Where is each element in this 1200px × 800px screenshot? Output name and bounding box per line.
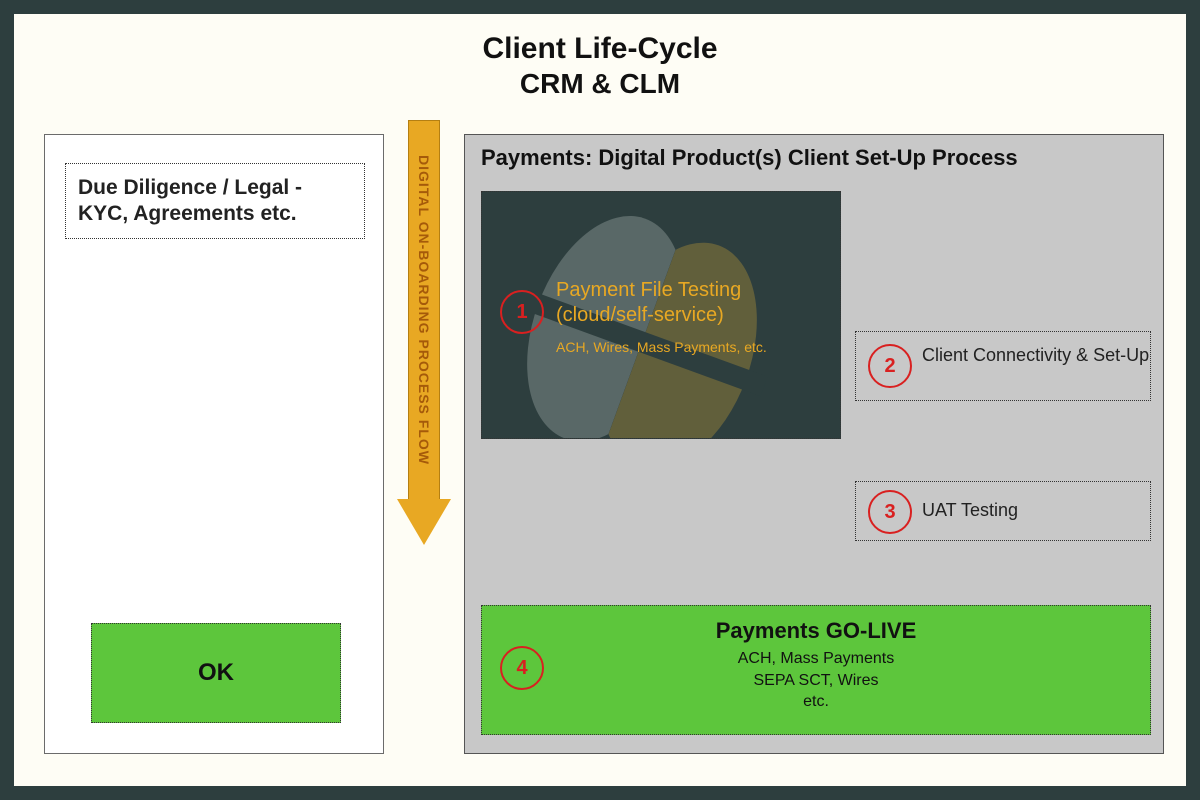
- step-number-1: 1: [500, 290, 544, 334]
- diagram-title: Client Life-Cycle CRM & CLM: [14, 32, 1186, 100]
- go-live-title: Payments GO-LIVE: [482, 618, 1150, 644]
- panel-title: Payments: Digital Product(s) Client Set-…: [481, 145, 1018, 171]
- go-live-line-c: etc.: [482, 691, 1150, 713]
- step-number-2: 2: [868, 344, 912, 388]
- step-4-go-live: 4 Payments GO-LIVE ACH, Mass Payments SE…: [481, 605, 1151, 735]
- step-number-3: 3: [868, 490, 912, 534]
- left-column: Due Diligence / Legal - KYC, Agreements …: [44, 134, 384, 754]
- title-line-1: Client Life-Cycle: [14, 32, 1186, 66]
- due-diligence-box: Due Diligence / Legal - KYC, Agreements …: [65, 163, 365, 239]
- payments-setup-panel: Payments: Digital Product(s) Client Set-…: [464, 134, 1164, 754]
- step-3-text: UAT Testing: [922, 500, 1018, 521]
- diagram-canvas: Client Life-Cycle CRM & CLM Due Diligenc…: [10, 10, 1190, 790]
- step-1-title: Payment File Testing (cloud/self-service…: [556, 278, 826, 328]
- go-live-line-a: ACH, Mass Payments: [482, 648, 1150, 670]
- title-line-2: CRM & CLM: [14, 68, 1186, 100]
- step-2-client-connectivity: 2 Client Connectivity & Set-Up: [855, 331, 1151, 401]
- ok-label: OK: [198, 659, 234, 687]
- due-diligence-text: Due Diligence / Legal - KYC, Agreements …: [78, 175, 352, 228]
- onboarding-flow-arrow: DIGITAL ON-BOARDING PROCESS FLOW: [399, 120, 449, 560]
- step-1-subtitle: ACH, Wires, Mass Payments, etc.: [556, 338, 826, 356]
- flow-arrow-label: DIGITAL ON-BOARDING PROCESS FLOW: [416, 155, 432, 465]
- go-live-line-b: SEPA SCT, Wires: [482, 670, 1150, 692]
- step-1-payment-file-testing: 1 Payment File Testing (cloud/self-servi…: [481, 191, 841, 439]
- step-3-uat-testing: 3 UAT Testing: [855, 481, 1151, 541]
- step-1-text: Payment File Testing (cloud/self-service…: [556, 278, 826, 356]
- ok-status-box: OK: [91, 623, 341, 723]
- arrow-head-icon: [397, 499, 451, 545]
- go-live-details: ACH, Mass Payments SEPA SCT, Wires etc.: [482, 648, 1150, 713]
- step-2-text: Client Connectivity & Set-Up: [922, 344, 1149, 367]
